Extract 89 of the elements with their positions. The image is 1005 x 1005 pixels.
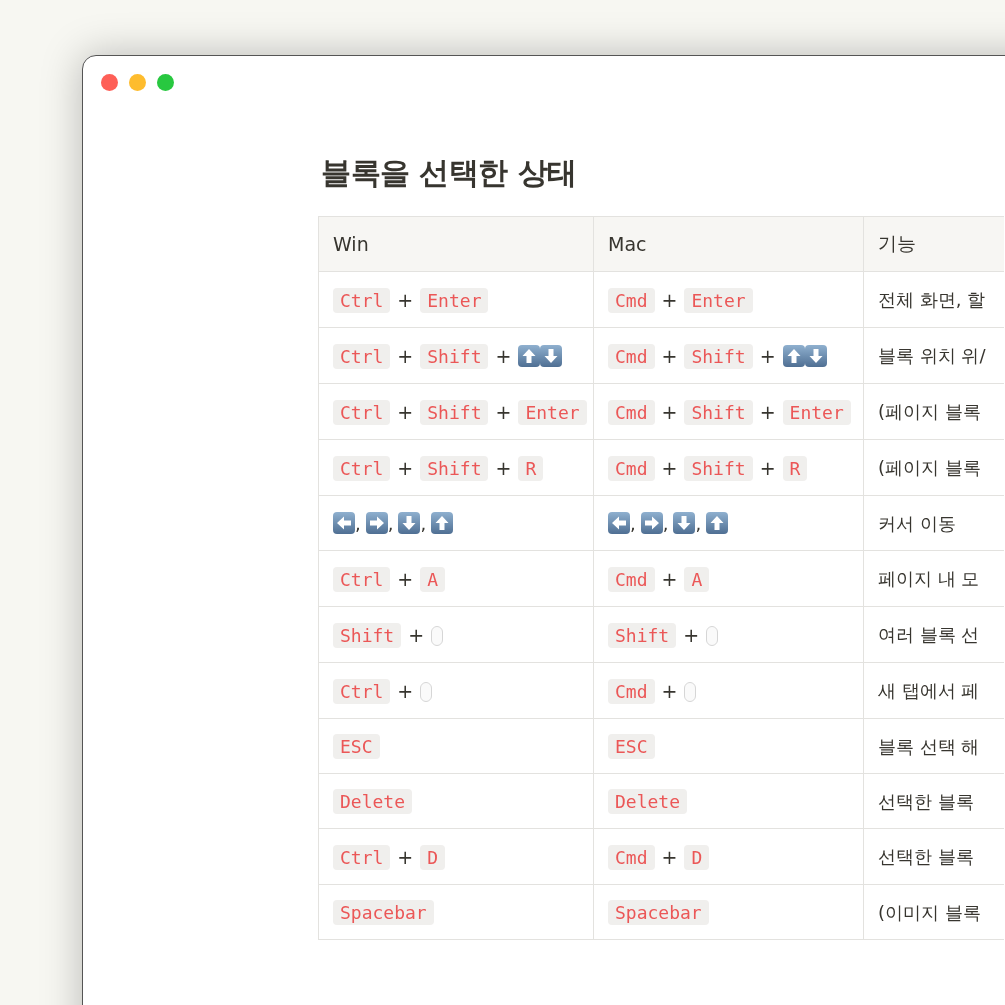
arrow-key-icon (431, 512, 454, 534)
key-label: Shift (684, 344, 753, 369)
key-label: Ctrl (333, 456, 391, 481)
plus-sign: + (397, 345, 414, 367)
plus-sign: + (661, 680, 678, 702)
arrow-key-icon (365, 512, 388, 534)
plus-sign: + (397, 846, 414, 868)
arrow-key-icon (782, 345, 805, 367)
comma: , (662, 513, 669, 534)
key-label: Ctrl (333, 567, 391, 592)
key-label: Cmd (608, 567, 655, 592)
plus-sign: + (661, 457, 678, 479)
mouse-icon (684, 682, 697, 702)
key-label: Spacebar (333, 900, 434, 925)
key-label: Shift (420, 400, 489, 425)
key-label: Cmd (608, 288, 655, 313)
plus-sign: + (759, 401, 776, 423)
key-label: Ctrl (333, 845, 391, 870)
key-label: Cmd (608, 679, 655, 704)
key-label: Ctrl (333, 288, 391, 313)
comma: , (630, 513, 636, 534)
comma: , (420, 513, 427, 534)
plus-sign: + (759, 457, 776, 479)
key-label: Delete (333, 789, 413, 814)
plus-sign: + (397, 568, 414, 590)
minimize-button[interactable] (129, 74, 146, 91)
plus-sign: + (397, 401, 414, 423)
page-heading: 블록을 선택한 상태 (321, 154, 578, 192)
plus-sign: + (661, 289, 678, 311)
plus-sign: + (397, 289, 414, 311)
plus-sign: + (495, 457, 512, 479)
arrow-key-icon (673, 512, 696, 534)
key-label: Shift (684, 400, 753, 425)
key-label: ESC (333, 734, 380, 759)
plus-sign: + (683, 624, 700, 646)
key-label: Enter (684, 288, 753, 313)
column-header: 기능 (863, 216, 1004, 272)
mouse-icon (431, 626, 444, 646)
arrow-key-icon (518, 345, 541, 367)
key-label: D (684, 845, 710, 870)
key-label: Shift (608, 623, 677, 648)
plus-sign: + (397, 457, 414, 479)
key-label: D (420, 845, 446, 870)
key-label: Shift (684, 456, 753, 481)
column-header: Win (318, 216, 594, 272)
comma: , (355, 513, 361, 534)
plus-sign: + (661, 345, 678, 367)
key-label: R (782, 456, 808, 481)
maximize-button[interactable] (157, 74, 174, 91)
key-label: Cmd (608, 456, 655, 481)
key-label: Cmd (608, 344, 655, 369)
comma: , (387, 513, 394, 534)
key-label: A (684, 567, 710, 592)
arrow-key-icon (706, 512, 729, 534)
key-label: Delete (608, 789, 688, 814)
arrow-key-icon (398, 512, 421, 534)
key-label: Shift (420, 344, 489, 369)
mouse-icon (706, 626, 719, 646)
key-label: Shift (333, 623, 402, 648)
key-label: Cmd (608, 845, 655, 870)
arrow-key-icon (608, 512, 630, 534)
mouse-icon (420, 682, 433, 702)
plus-sign: + (397, 680, 414, 702)
key-label: Enter (518, 400, 587, 425)
key-label: R (518, 456, 544, 481)
key-label: A (420, 567, 446, 592)
plus-sign: + (661, 401, 678, 423)
arrow-key-icon (333, 512, 355, 534)
plus-sign: + (495, 345, 512, 367)
plus-sign: + (759, 345, 776, 367)
comma: , (695, 513, 702, 534)
plus-sign: + (661, 568, 678, 590)
key-label: Ctrl (333, 679, 391, 704)
close-button[interactable] (101, 74, 118, 91)
key-label: Shift (420, 456, 489, 481)
arrow-key-icon (640, 512, 663, 534)
plus-sign: + (661, 846, 678, 868)
key-label: ESC (608, 734, 655, 759)
arrow-key-icon (804, 345, 827, 367)
plus-sign: + (495, 401, 512, 423)
plus-sign: + (408, 624, 425, 646)
column-header: Mac (593, 216, 864, 272)
arrow-key-icon (540, 345, 563, 367)
key-label: Enter (782, 400, 851, 425)
key-label: Enter (420, 288, 489, 313)
key-label: Spacebar (608, 900, 709, 925)
key-label: Ctrl (333, 400, 391, 425)
key-label: Ctrl (333, 344, 391, 369)
key-label: Cmd (608, 400, 655, 425)
